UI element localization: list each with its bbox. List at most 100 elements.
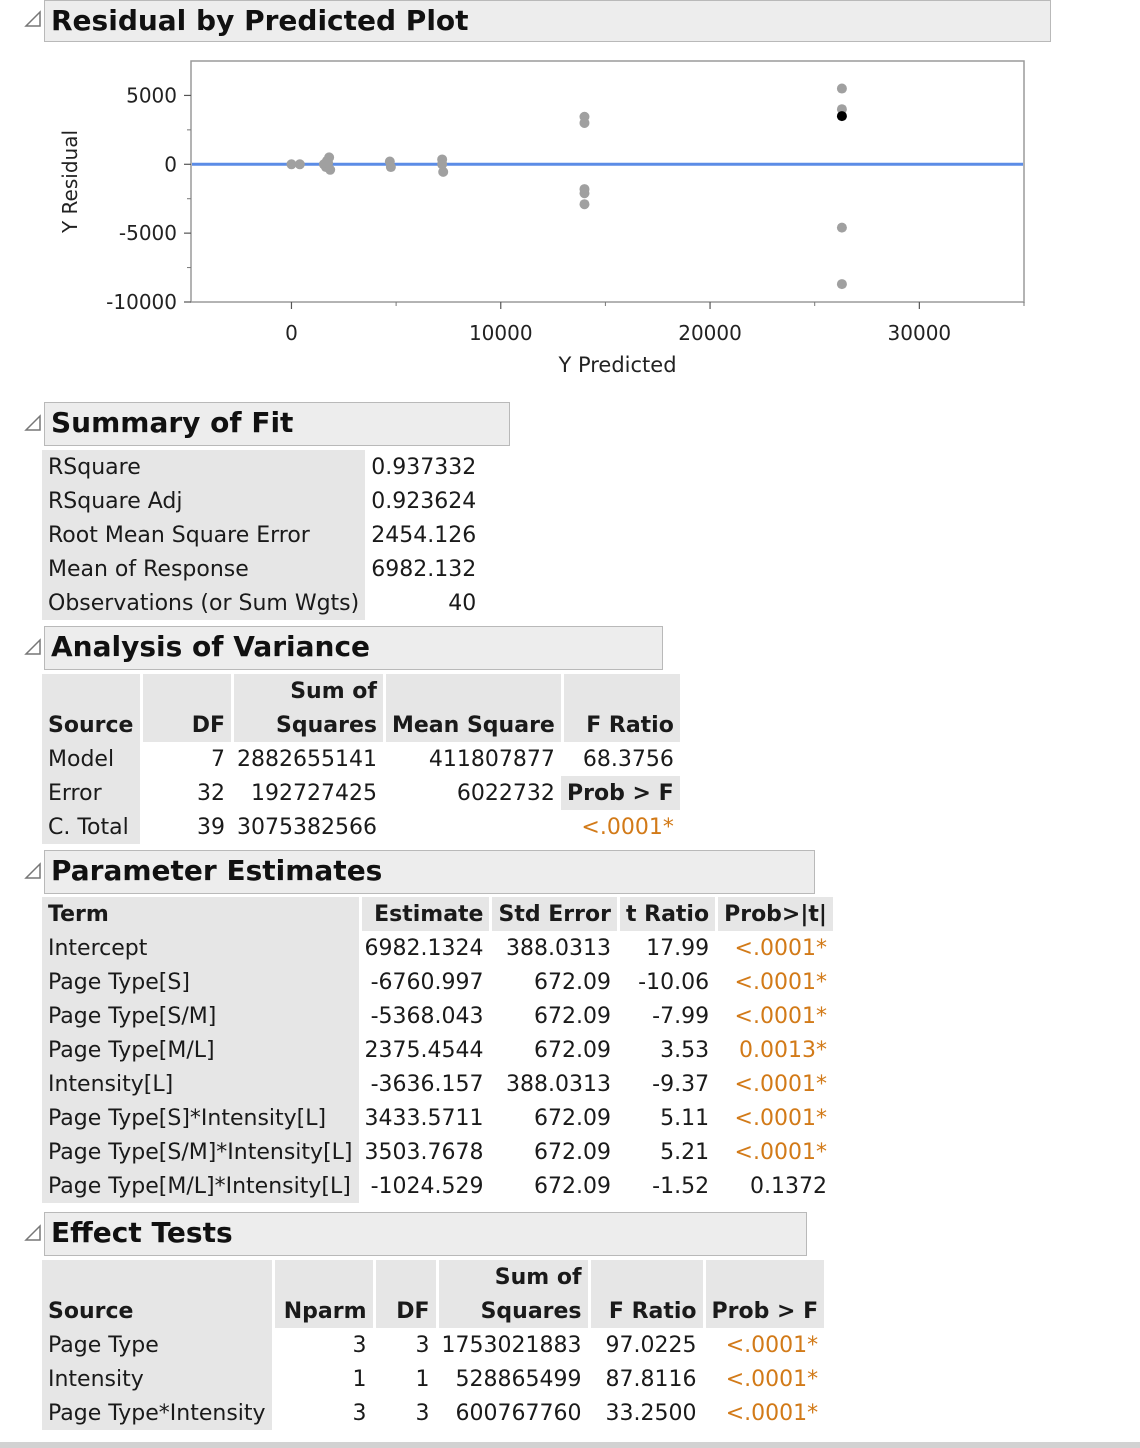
x-tick-label: 30000 bbox=[888, 321, 952, 345]
summary-label: Observations (or Sum Wgts) bbox=[42, 586, 366, 620]
residual-scatter-chart[interactable]: 5000 0 -5000 -10000 0 10000 20000 30000 Y Predic… bbox=[40, 48, 1050, 388]
et-nparm: 3 bbox=[352, 1400, 367, 1426]
data-point[interactable] bbox=[836, 279, 847, 290]
summary-label: Mean of Response bbox=[42, 552, 366, 586]
data-point[interactable] bbox=[836, 83, 847, 94]
pe-estimate: 2375.4544 bbox=[364, 1037, 484, 1063]
pe-term: Page Type[S/M]*Intensity[L] bbox=[42, 1135, 359, 1169]
pe-tratio: 5.21 bbox=[660, 1139, 710, 1165]
pe-col-term: Term bbox=[42, 897, 359, 931]
parameter-estimates-header[interactable]: Parameter Estimates bbox=[44, 850, 815, 894]
selected-data-point[interactable] bbox=[836, 111, 847, 122]
parameter-estimates-title: Parameter Estimates bbox=[51, 854, 383, 887]
et-prob: <.0001* bbox=[725, 1400, 819, 1426]
et-prob: <.0001* bbox=[725, 1332, 819, 1358]
anova-ss: 2882655141 bbox=[237, 746, 377, 772]
table-row: Page Type[S]*Intensity[L] 3433.5711 672.09… bbox=[42, 1101, 833, 1135]
effect-tests-header[interactable]: Effect Tests bbox=[44, 1212, 807, 1256]
horizontal-scrollbar[interactable] bbox=[0, 1442, 1140, 1448]
x-tick-label: 0 bbox=[285, 321, 298, 345]
residual-plot-header[interactable]: Residual by Predicted Plot bbox=[44, 0, 1051, 42]
y-tick-label: 5000 bbox=[126, 83, 177, 107]
table-row: Page Type[S] -6760.997 672.09 -10.06 <.0001* bbox=[42, 965, 833, 999]
table-row: Page Type[S/M]*Intensity[L] 3503.7678 672.… bbox=[42, 1135, 833, 1169]
et-f: 97.0225 bbox=[605, 1332, 697, 1358]
pe-tratio: 17.99 bbox=[646, 935, 710, 961]
data-point[interactable] bbox=[579, 199, 590, 210]
table-row: Intensity 1 1 528865499 87.8116 <.0001* bbox=[42, 1362, 824, 1396]
et-source: Page Type bbox=[42, 1328, 272, 1362]
y-tick-label: 0 bbox=[164, 152, 177, 176]
data-point[interactable] bbox=[579, 188, 590, 199]
pe-stderr: 672.09 bbox=[533, 1139, 611, 1165]
y-tick-label: -5000 bbox=[119, 221, 177, 245]
et-nparm: 3 bbox=[352, 1332, 367, 1358]
pe-prob: 0.1372 bbox=[749, 1173, 827, 1199]
pe-term: Page Type[M/L]*Intensity[L] bbox=[42, 1169, 359, 1203]
pe-col-stderr: Std Error bbox=[489, 897, 617, 931]
anova-ss: 3075382566 bbox=[237, 814, 377, 840]
table-row: Mean of Response 6982.132 bbox=[42, 552, 482, 586]
pe-prob: <.0001* bbox=[734, 969, 827, 995]
table-row: Root Mean Square Error 2454.126 bbox=[42, 518, 482, 552]
anova-df: 7 bbox=[211, 746, 225, 772]
anova-header-empty bbox=[42, 674, 140, 708]
anova-col-ss: Squares bbox=[231, 708, 383, 742]
table-row: Error 32 192727425 6022732 Prob > F bbox=[42, 776, 680, 810]
pe-stderr: 672.09 bbox=[533, 1037, 611, 1063]
pe-col-estimate: Estimate bbox=[358, 897, 490, 931]
summary-of-fit-header[interactable]: Summary of Fit bbox=[44, 402, 510, 446]
anova-title: Analysis of Variance bbox=[51, 630, 371, 663]
data-point[interactable] bbox=[325, 164, 336, 175]
anova-source: Model bbox=[42, 742, 140, 776]
summary-of-fit-title: Summary of Fit bbox=[51, 406, 294, 439]
anova-df: 32 bbox=[197, 780, 225, 806]
pe-estimate: -6760.997 bbox=[370, 969, 484, 995]
table-row: Page Type[M/L]*Intensity[L] -1024.529 672.… bbox=[42, 1169, 833, 1203]
et-prob: <.0001* bbox=[725, 1366, 819, 1392]
table-row: Observations (or Sum Wgts) 40 bbox=[42, 586, 482, 620]
pe-estimate: 3503.7678 bbox=[364, 1139, 484, 1165]
table-row: RSquare 0.937332 bbox=[42, 450, 482, 484]
et-df: 3 bbox=[415, 1332, 430, 1358]
summary-value: 0.937332 bbox=[371, 454, 477, 480]
data-point[interactable] bbox=[836, 222, 847, 233]
table-row: Intercept 6982.1324 388.0313 17.99 <.0001* bbox=[42, 931, 833, 965]
pe-estimate: 3433.5711 bbox=[364, 1105, 484, 1131]
pe-term: Page Type[S] bbox=[42, 965, 359, 999]
data-point[interactable] bbox=[385, 162, 396, 173]
summary-value: 6982.132 bbox=[371, 556, 477, 582]
pe-stderr: 672.09 bbox=[533, 969, 611, 995]
data-point[interactable] bbox=[294, 159, 305, 170]
pe-term: Intensity[L] bbox=[42, 1067, 359, 1101]
et-col-nparm: Nparm bbox=[271, 1294, 373, 1328]
table-row: Intensity[L] -3636.157 388.0313 -9.37 <.0001… bbox=[42, 1067, 833, 1101]
summary-label: RSquare bbox=[42, 450, 366, 484]
anova-prob-value: <.0001* bbox=[581, 814, 674, 840]
table-row: RSquare Adj 0.923624 bbox=[42, 484, 482, 518]
pe-col-prob: Prob>|t| bbox=[715, 897, 833, 931]
anova-ss: 192727425 bbox=[251, 780, 377, 806]
data-point[interactable] bbox=[322, 155, 333, 166]
effect-tests-table: Sum of Source Nparm DF Squares F Ratio P… bbox=[42, 1260, 825, 1430]
plot-frame[interactable] bbox=[190, 60, 1025, 303]
anova-col-ms: Mean Square bbox=[382, 708, 561, 742]
anova-col-df: DF bbox=[140, 708, 231, 742]
et-ss: 1753021883 bbox=[441, 1332, 582, 1358]
data-point[interactable] bbox=[437, 159, 448, 170]
pe-prob: <.0001* bbox=[734, 1139, 827, 1165]
pe-tratio: 5.11 bbox=[660, 1105, 710, 1131]
effect-tests-title: Effect Tests bbox=[51, 1216, 233, 1249]
et-f: 33.2500 bbox=[605, 1400, 697, 1426]
data-point[interactable] bbox=[579, 117, 590, 128]
pe-term: Page Type[S/M] bbox=[42, 999, 359, 1033]
anova-source: C. Total bbox=[42, 810, 140, 844]
anova-header[interactable]: Analysis of Variance bbox=[44, 626, 663, 670]
pe-tratio: -9.37 bbox=[652, 1071, 710, 1097]
et-col-f: F Ratio bbox=[587, 1294, 703, 1328]
residual-plot[interactable]: 5000 0 -5000 -10000 0 10000 20000 30000 Y Predic… bbox=[40, 48, 1050, 388]
pe-estimate: 6982.1324 bbox=[364, 935, 484, 961]
pe-stderr: 672.09 bbox=[533, 1105, 611, 1131]
table-row: C. Total 39 3075382566 <.0001* bbox=[42, 810, 680, 844]
y-tick-label: -10000 bbox=[106, 290, 177, 314]
